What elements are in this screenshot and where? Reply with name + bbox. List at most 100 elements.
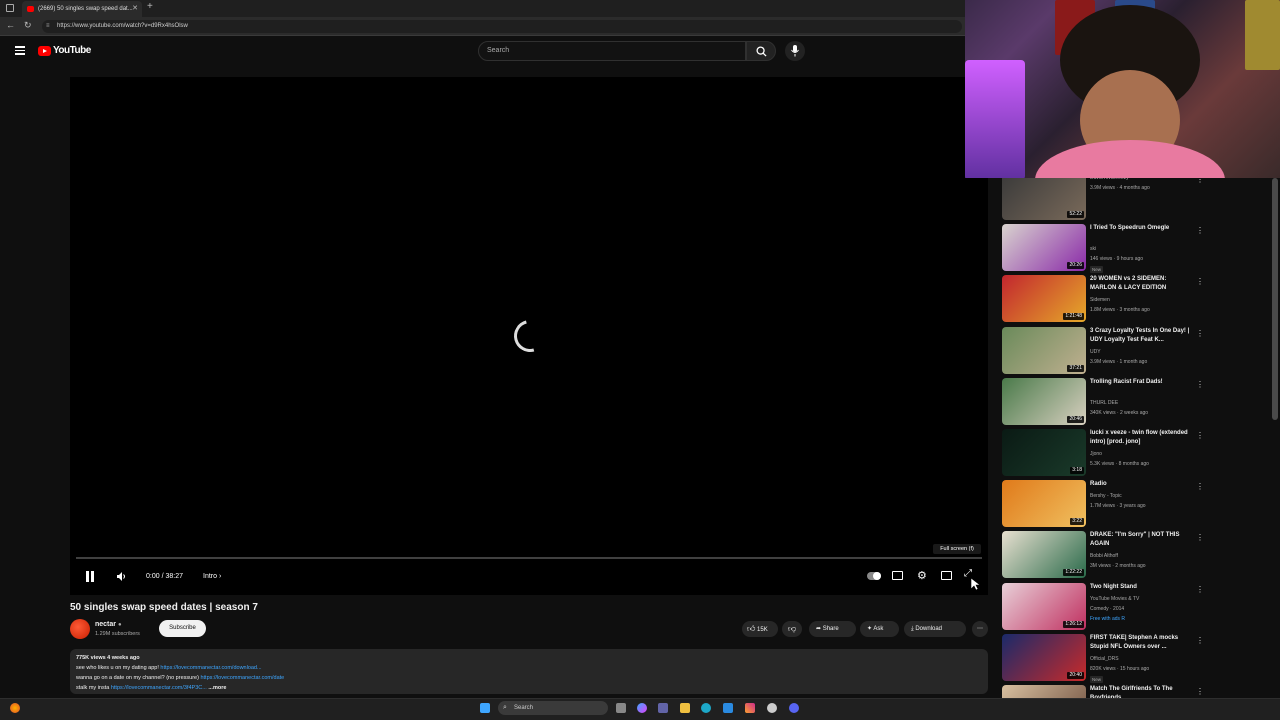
related-channel-name[interactable]: Bobbi Althoff: [1090, 551, 1200, 561]
related-video-item[interactable]: 52:22 David Alvareeezy 3.9M views · 4 mont…: [1002, 178, 1272, 223]
related-channel-name[interactable]: Official_DRS: [1090, 654, 1200, 664]
related-video-title[interactable]: 3 Crazy Loyalty Tests In One Day! | UDY …: [1090, 327, 1190, 345]
related-channel-name[interactable]: Sidemen: [1090, 295, 1200, 305]
video-thumbnail[interactable]: 1:22:22: [1002, 531, 1086, 579]
menu-icon[interactable]: [15, 46, 25, 55]
windows-start-icon[interactable]: [480, 703, 490, 713]
video-thumbnail[interactable]: 3:18: [1002, 429, 1086, 476]
more-vertical-icon[interactable]: ⋮: [1196, 636, 1204, 645]
search-button[interactable]: [746, 41, 776, 61]
related-video-title[interactable]: lucki x veeze - twin flow (extended intr…: [1090, 429, 1190, 447]
channel-name[interactable]: nectar ●: [95, 621, 122, 628]
firefox-icon[interactable]: [10, 703, 20, 713]
more-vertical-icon[interactable]: ⋮: [1196, 329, 1204, 338]
related-video-title[interactable]: DRAKE: "I'm Sorry" | NOT THIS AGAIN: [1090, 531, 1190, 549]
related-channel-name[interactable]: Bershy - Topic: [1090, 491, 1200, 501]
video-thumbnail[interactable]: [1002, 685, 1086, 698]
related-video-item[interactable]: 37:21 3 Crazy Loyalty Tests In One Day! |…: [1002, 326, 1272, 377]
pause-icon[interactable]: [85, 571, 95, 582]
volume-icon[interactable]: [116, 571, 127, 582]
related-video-title[interactable]: 20 WOMEN vs 2 SIDEMEN: MARLON & LACY EDI…: [1090, 275, 1190, 293]
related-channel-name[interactable]: THURL DEE: [1090, 398, 1200, 408]
more-vertical-icon[interactable]: ⋮: [1196, 277, 1204, 286]
chapter-button[interactable]: Intro ›: [203, 573, 221, 580]
related-video-title[interactable]: I Tried To Speedrun Omegle: [1090, 224, 1190, 233]
related-video-item[interactable]: Match The Girlfriends To The Boyfriends ⋮: [1002, 685, 1272, 698]
video-thumbnail[interactable]: 20:26: [1002, 224, 1086, 272]
close-tab-icon[interactable]: ✕: [132, 1, 138, 17]
voice-search-button[interactable]: [785, 41, 805, 61]
subscribe-button[interactable]: Subscribe: [159, 620, 206, 637]
video-thumbnail[interactable]: 37:21: [1002, 326, 1086, 374]
back-icon[interactable]: ←: [6, 20, 15, 30]
more-vertical-icon[interactable]: ⋮: [1196, 533, 1204, 542]
video-thumbnail[interactable]: 20:46: [1002, 377, 1086, 425]
theater-mode-icon[interactable]: [941, 571, 952, 580]
related-video-item[interactable]: 3:22 Radio Bershy - Topic 1.7M views · 3 ye…: [1002, 480, 1272, 530]
captions-icon[interactable]: [892, 571, 903, 580]
more-vertical-icon[interactable]: ⋮: [1196, 178, 1204, 184]
progress-bar[interactable]: [76, 557, 982, 559]
edge-icon[interactable]: [701, 703, 711, 713]
settings-gear-icon[interactable]: ⚙: [917, 569, 927, 582]
related-video-item[interactable]: 1:21:48 20 WOMEN vs 2 SIDEMEN: MARLON & L…: [1002, 275, 1272, 325]
related-channel-name[interactable]: ski: [1090, 244, 1200, 254]
more-vertical-icon[interactable]: ⋮: [1196, 380, 1204, 389]
description-link[interactable]: https://lovecommanectar.com/date: [200, 675, 284, 681]
tab-list-icon[interactable]: [6, 4, 14, 12]
related-video-item[interactable]: 1:26:12 Two Night Stand YouTube Movies & T…: [1002, 582, 1272, 633]
teams-icon[interactable]: [658, 703, 668, 713]
browser-tab[interactable]: (2669) 50 singles swap speed dat... ✕: [22, 1, 142, 17]
more-vertical-icon[interactable]: ⋮: [1196, 431, 1204, 440]
download-button[interactable]: ⤓ Download: [904, 621, 966, 637]
related-video-title[interactable]: Two Night Stand: [1090, 583, 1190, 592]
related-video-title[interactable]: Trolling Racist Frat Dads!: [1090, 378, 1190, 387]
copilot-icon[interactable]: [637, 703, 647, 713]
more-actions-button[interactable]: ⋯: [972, 621, 988, 637]
more-link[interactable]: ...more: [208, 685, 226, 691]
more-vertical-icon[interactable]: ⋮: [1196, 482, 1204, 491]
dislike-button[interactable]: 👎︎: [782, 621, 802, 637]
site-info-icon[interactable]: ≡: [46, 20, 50, 33]
related-video-item[interactable]: 1:22:22 DRAKE: "I'm Sorry" | NOT THIS AGA…: [1002, 531, 1272, 581]
scrollbar[interactable]: [1272, 178, 1278, 420]
related-video-title[interactable]: FIRST TAKE| Stephen A mocks Stupid NFL O…: [1090, 634, 1190, 652]
video-duration: 1:22:22: [1063, 569, 1084, 577]
video-thumbnail[interactable]: 20:40: [1002, 633, 1086, 681]
related-video-item[interactable]: 3:18 lucki x veeze - twin flow (extended …: [1002, 429, 1272, 479]
store-icon[interactable]: [723, 703, 733, 713]
taskbar-search[interactable]: ⌕ Search: [498, 701, 608, 715]
video-thumbnail[interactable]: 1:26:12: [1002, 582, 1086, 630]
more-vertical-icon[interactable]: ⋮: [1196, 585, 1204, 594]
reload-icon[interactable]: ↻: [24, 20, 32, 31]
video-thumbnail[interactable]: 52:22: [1002, 178, 1086, 220]
task-view-icon[interactable]: [616, 703, 626, 713]
channel-avatar[interactable]: [70, 619, 90, 639]
share-button[interactable]: ➦ Share: [809, 621, 856, 637]
ask-button[interactable]: ✦ Ask: [860, 621, 899, 637]
video-thumbnail[interactable]: 1:21:48: [1002, 275, 1086, 323]
like-button[interactable]: 👍︎ 15K: [742, 621, 778, 637]
related-channel-name[interactable]: UDY: [1090, 347, 1200, 357]
chrome-icon[interactable]: [767, 703, 777, 713]
related-video-title[interactable]: Radio: [1090, 480, 1190, 489]
discord-icon[interactable]: [789, 703, 799, 713]
related-channel-name[interactable]: Jjono: [1090, 449, 1200, 459]
more-vertical-icon[interactable]: ⋮: [1196, 226, 1204, 235]
search-input[interactable]: Search: [478, 41, 746, 61]
file-explorer-icon[interactable]: [680, 703, 690, 713]
description-link[interactable]: https://lovecommanectar.com/download...: [160, 665, 261, 671]
related-video-item[interactable]: 20:46 Trolling Racist Frat Dads! THURL DEE…: [1002, 377, 1272, 428]
description-link[interactable]: https://lovecommanectar.com/3f4P3C...: [111, 685, 207, 691]
description-box[interactable]: 775K views 4 weeks ago see who likes u o…: [70, 649, 988, 694]
url-field[interactable]: ≡ https://www.youtube.com/watch?v=d9Rx4h…: [42, 20, 962, 33]
video-thumbnail[interactable]: 3:22: [1002, 480, 1086, 528]
related-video-item[interactable]: 20:26 I Tried To Speedrun Omegle ski 146 vi…: [1002, 224, 1272, 274]
instagram-icon[interactable]: [745, 703, 755, 713]
related-channel-name[interactable]: YouTube Movies & TV: [1090, 594, 1200, 604]
related-video-item[interactable]: 20:40 FIRST TAKE| Stephen A mocks Stupid …: [1002, 633, 1272, 684]
more-vertical-icon[interactable]: ⋮: [1196, 687, 1204, 696]
related-video-title[interactable]: Match The Girlfriends To The Boyfriends: [1090, 685, 1190, 698]
new-tab-icon[interactable]: +: [147, 1, 153, 12]
autoplay-toggle[interactable]: [867, 572, 881, 580]
